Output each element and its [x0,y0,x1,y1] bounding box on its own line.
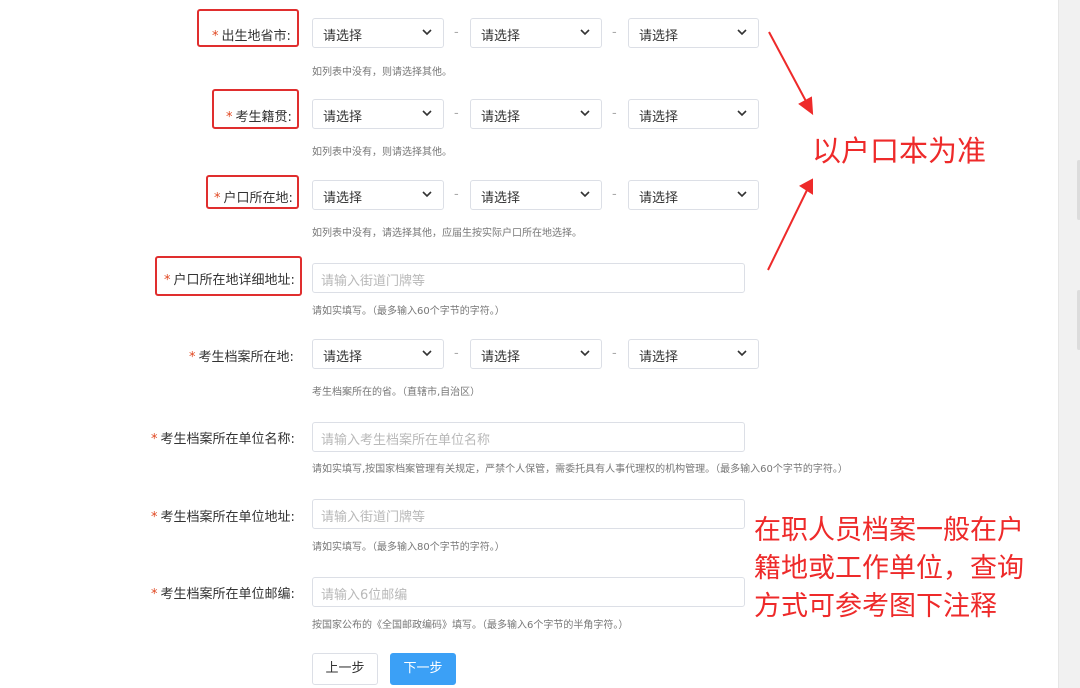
annotation-line: 籍地或工作单位，查询 [754,553,1024,584]
archive-annotation: 在职人员档案一般在户 籍地或工作单位，查询 方式可参考图下注释 [754,512,1054,626]
hukou-annotation: 以户口本为准 [812,134,987,168]
annotation-line: 在职人员档案一般在户 [754,515,1024,546]
arrow-line [767,187,809,271]
arrow-line [768,31,809,106]
arrow-head [798,96,814,116]
annotation-line: 方式可参考图下注释 [754,591,997,622]
